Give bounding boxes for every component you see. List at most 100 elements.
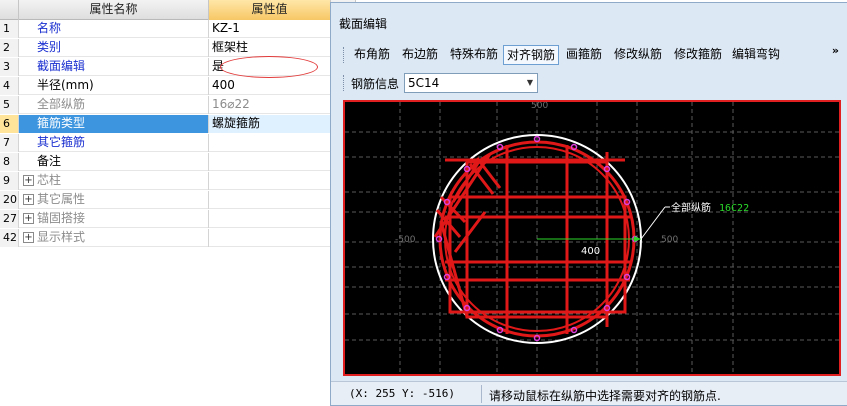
row-number: 4 <box>0 77 19 95</box>
property-grid: 属性名称 属性值 附加 1名称KZ-12类别框架柱3截面编辑是4半径(mm)40… <box>0 0 356 406</box>
table-row[interactable]: 9 + 芯柱 <box>0 172 356 190</box>
property-name[interactable]: + 其它属性 <box>19 191 209 209</box>
expand-plus-icon[interactable]: + <box>23 213 34 224</box>
expand-plus-icon[interactable]: + <box>23 232 34 243</box>
toolbar-grip[interactable] <box>343 47 345 63</box>
header-num-cell <box>0 0 19 20</box>
cursor-coords: (X: 255 Y: -516) <box>349 387 455 400</box>
toolbar: 布角筋 布边筋 特殊布筋 对齐钢筋 画箍筋 修改纵筋 修改箍筋 编辑弯钩 » <box>343 43 841 67</box>
annotation-label: 全部纵筋 <box>671 201 711 214</box>
section-editor-dialog: 截面编辑 布角筋 布边筋 特殊布筋 对齐钢筋 画箍筋 修改纵筋 修改箍筋 编辑弯钩 » 钢筋信… <box>330 2 847 406</box>
toolbar-button[interactable]: 布边筋 <box>399 45 441 65</box>
rebar-info-label: 钢筋信息 <box>351 77 400 91</box>
property-value[interactable]: 16⌀22 <box>209 96 331 114</box>
table-row[interactable]: 6 箍筋类型 螺旋箍筋 <box>0 115 356 133</box>
property-name-text: 备注 <box>37 154 62 168</box>
property-name[interactable]: 其它箍筋 <box>19 134 209 152</box>
property-name[interactable]: + 显示样式 <box>19 229 209 247</box>
property-name[interactable]: + 锚固搭接 <box>19 210 209 228</box>
table-row[interactable]: 20 + 其它属性 <box>0 191 356 209</box>
highlight-ellipse <box>220 56 318 78</box>
toolbar-button[interactable]: 画箍筋 <box>563 45 605 65</box>
property-value[interactable] <box>209 210 331 228</box>
dropdown-arrow-icon[interactable]: ▼ <box>523 74 537 92</box>
grid-label-right: 500 <box>661 235 678 245</box>
property-name-text: 截面编辑 <box>37 59 86 73</box>
row-number: 42 <box>0 229 19 247</box>
property-name[interactable]: 箍筋类型 <box>19 115 209 133</box>
section-canvas[interactable]: 400 全部纵筋 16C22 500 -500 500 <box>343 100 841 376</box>
property-value[interactable] <box>209 153 331 171</box>
property-name-text: 其它箍筋 <box>37 135 86 149</box>
grid-lines <box>345 102 839 374</box>
property-name-text: 类别 <box>37 40 62 54</box>
rebar-info-bar: 钢筋信息 5C14 ▼ <box>343 71 603 95</box>
row-number: 27 <box>0 210 19 228</box>
property-value[interactable]: 框架柱 <box>209 39 331 57</box>
property-name[interactable]: + 芯柱 <box>19 172 209 190</box>
table-row[interactable]: 42 + 显示样式 <box>0 229 356 247</box>
property-name[interactable]: 名称 <box>19 20 209 38</box>
grid-label-top: 500 <box>531 102 548 111</box>
property-value[interactable] <box>209 172 331 190</box>
table-row[interactable]: 7 其它箍筋 <box>0 134 356 152</box>
toolbar-button[interactable]: 修改纵筋 <box>611 45 665 65</box>
property-name[interactable]: 类别 <box>19 39 209 57</box>
row-number: 9 <box>0 172 19 190</box>
toolbar-button[interactable]: 布角筋 <box>351 45 393 65</box>
section-drawing[interactable]: 400 全部纵筋 16C22 500 -500 500 <box>345 102 839 374</box>
table-row[interactable]: 2 类别 框架柱 <box>0 39 356 57</box>
property-name-text: 名称 <box>37 21 62 35</box>
property-name[interactable]: 半径(mm) <box>19 77 209 95</box>
toolbar-button[interactable]: 特殊布筋 <box>447 45 501 65</box>
property-value[interactable] <box>209 134 331 152</box>
grid-header: 属性名称 属性值 附加 <box>0 0 356 20</box>
row-number: 1 <box>0 20 19 38</box>
table-row[interactable]: 8 备注 <box>0 153 356 171</box>
expand-plus-icon[interactable]: + <box>23 175 34 186</box>
property-value[interactable]: KZ-1 <box>209 20 331 38</box>
annotation-value: 16C22 <box>719 203 749 214</box>
toolbar-button[interactable]: 编辑弯钩 <box>729 45 783 65</box>
property-name-text: 芯柱 <box>37 173 62 187</box>
rebar-info-value: 5C14 <box>408 76 440 90</box>
row-number: 6 <box>0 115 19 133</box>
toolbar-button[interactable]: 对齐钢筋 <box>503 45 560 65</box>
property-name-text: 锚固搭接 <box>37 211 86 225</box>
grid-label-left: -500 <box>395 235 416 245</box>
dialog-title: 截面编辑 <box>339 17 388 31</box>
toolbar-button[interactable]: 修改箍筋 <box>671 45 725 65</box>
row-number: 7 <box>0 134 19 152</box>
status-message: 请移动鼠标在纵筋中选择需要对齐的钢筋点. <box>489 389 721 403</box>
status-bar: (X: 255 Y: -516) 请移动鼠标在纵筋中选择需要对齐的钢筋点. <box>331 381 847 405</box>
property-value[interactable]: 400 <box>209 77 331 95</box>
row-number: 3 <box>0 58 19 76</box>
property-value[interactable] <box>209 191 331 209</box>
property-name-text: 箍筋类型 <box>37 116 86 130</box>
toolbar-grip-2[interactable] <box>343 75 345 91</box>
header-name[interactable]: 属性名称 <box>19 0 209 20</box>
radius-dimension-label: 400 <box>581 246 600 257</box>
property-name-text: 全部纵筋 <box>37 97 86 111</box>
table-row[interactable]: 27 + 锚固搭接 <box>0 210 356 228</box>
table-row[interactable]: 4 半径(mm) 400 <box>0 77 356 95</box>
header-value[interactable]: 属性值 <box>209 0 331 20</box>
row-number: 2 <box>0 39 19 57</box>
rebar-info-select[interactable]: 5C14 ▼ <box>404 73 538 93</box>
property-name-text: 半径(mm) <box>37 78 94 92</box>
row-number: 20 <box>0 191 19 209</box>
property-value[interactable]: 螺旋箍筋 <box>209 115 331 133</box>
toolbar-more-icon[interactable]: » <box>832 44 839 57</box>
expand-plus-icon[interactable]: + <box>23 194 34 205</box>
property-name[interactable]: 截面编辑 <box>19 58 209 76</box>
property-name-text: 其它属性 <box>37 192 86 206</box>
table-row[interactable]: 5 全部纵筋 16⌀22 <box>0 96 356 114</box>
table-row[interactable]: 1 名称 KZ-1 <box>0 20 356 38</box>
property-name[interactable]: 全部纵筋 <box>19 96 209 114</box>
property-name[interactable]: 备注 <box>19 153 209 171</box>
row-number: 5 <box>0 96 19 114</box>
row-number: 8 <box>0 153 19 171</box>
property-name-text: 显示样式 <box>37 230 86 244</box>
property-value[interactable] <box>209 229 331 247</box>
status-separator <box>481 385 482 403</box>
